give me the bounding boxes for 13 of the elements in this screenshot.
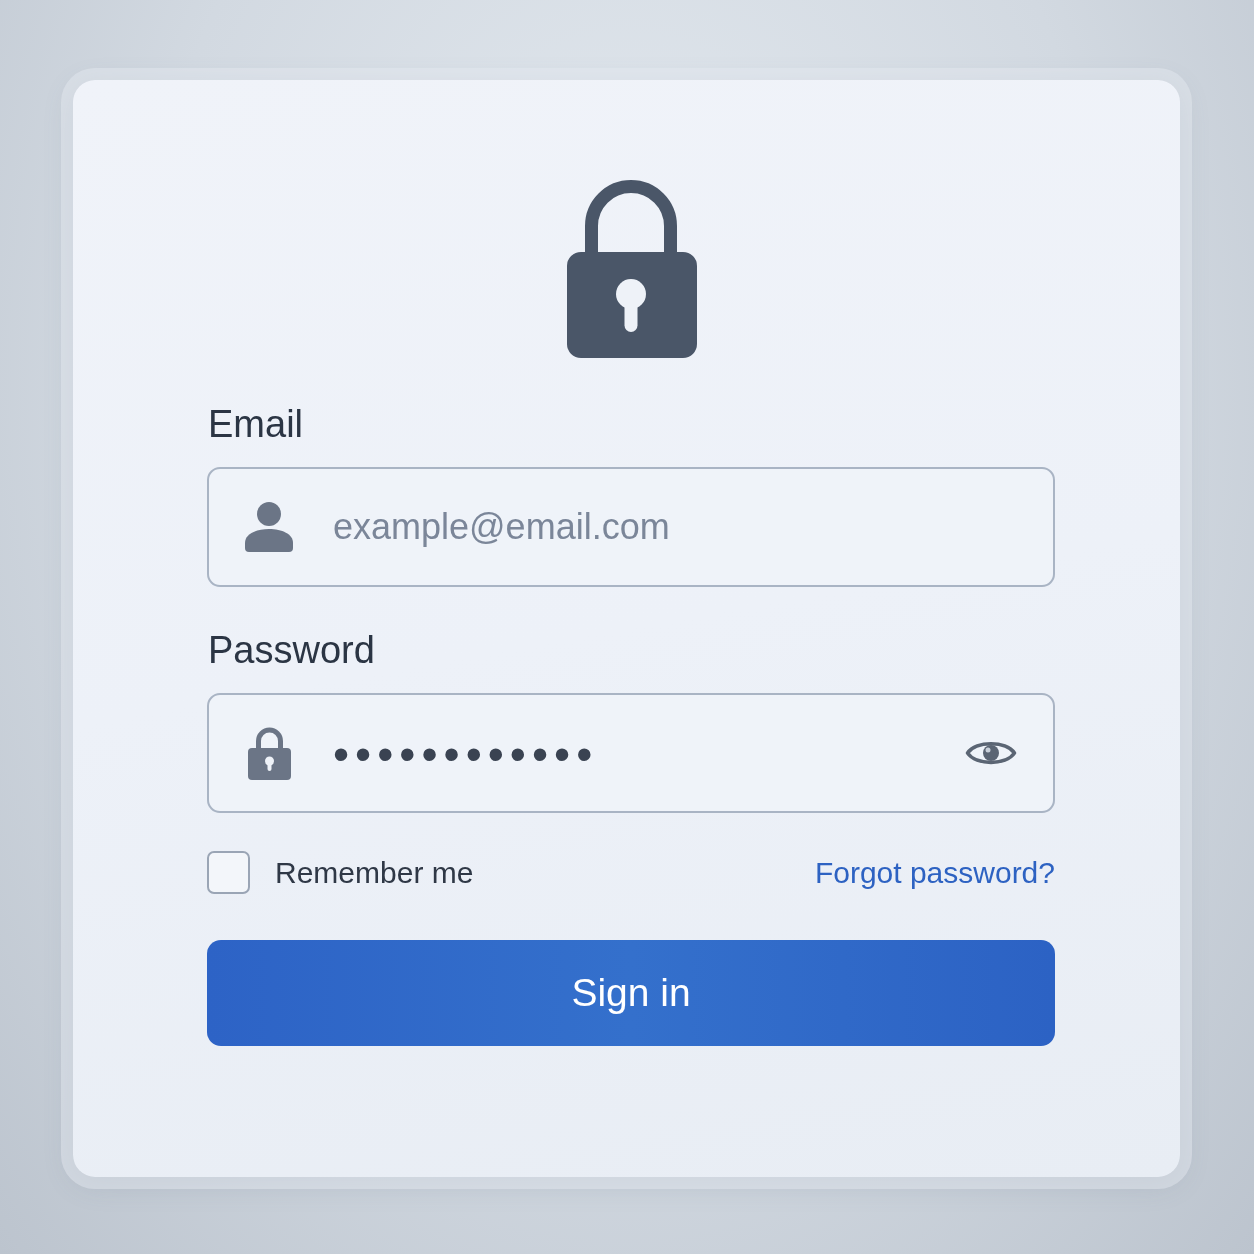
person-icon	[245, 502, 293, 552]
padlock-icon	[566, 180, 697, 358]
placeholder-text: example@email.com	[333, 506, 671, 548]
masked-password: ••••••••••••	[333, 731, 599, 777]
field-label: Password	[208, 628, 375, 672]
password-field[interactable]: ••••••••••••	[207, 693, 1055, 813]
forgot-password-link[interactable]: Forgot password?	[814, 855, 1055, 890]
sign-in-button[interactable]: Sign in	[207, 940, 1055, 1046]
email-field[interactable]: example@email.com	[207, 467, 1055, 587]
padlock-icon	[247, 726, 291, 780]
remember-checkbox[interactable]	[207, 851, 250, 894]
remember-label: Remember me	[275, 855, 474, 890]
field-label: Email	[208, 402, 304, 446]
